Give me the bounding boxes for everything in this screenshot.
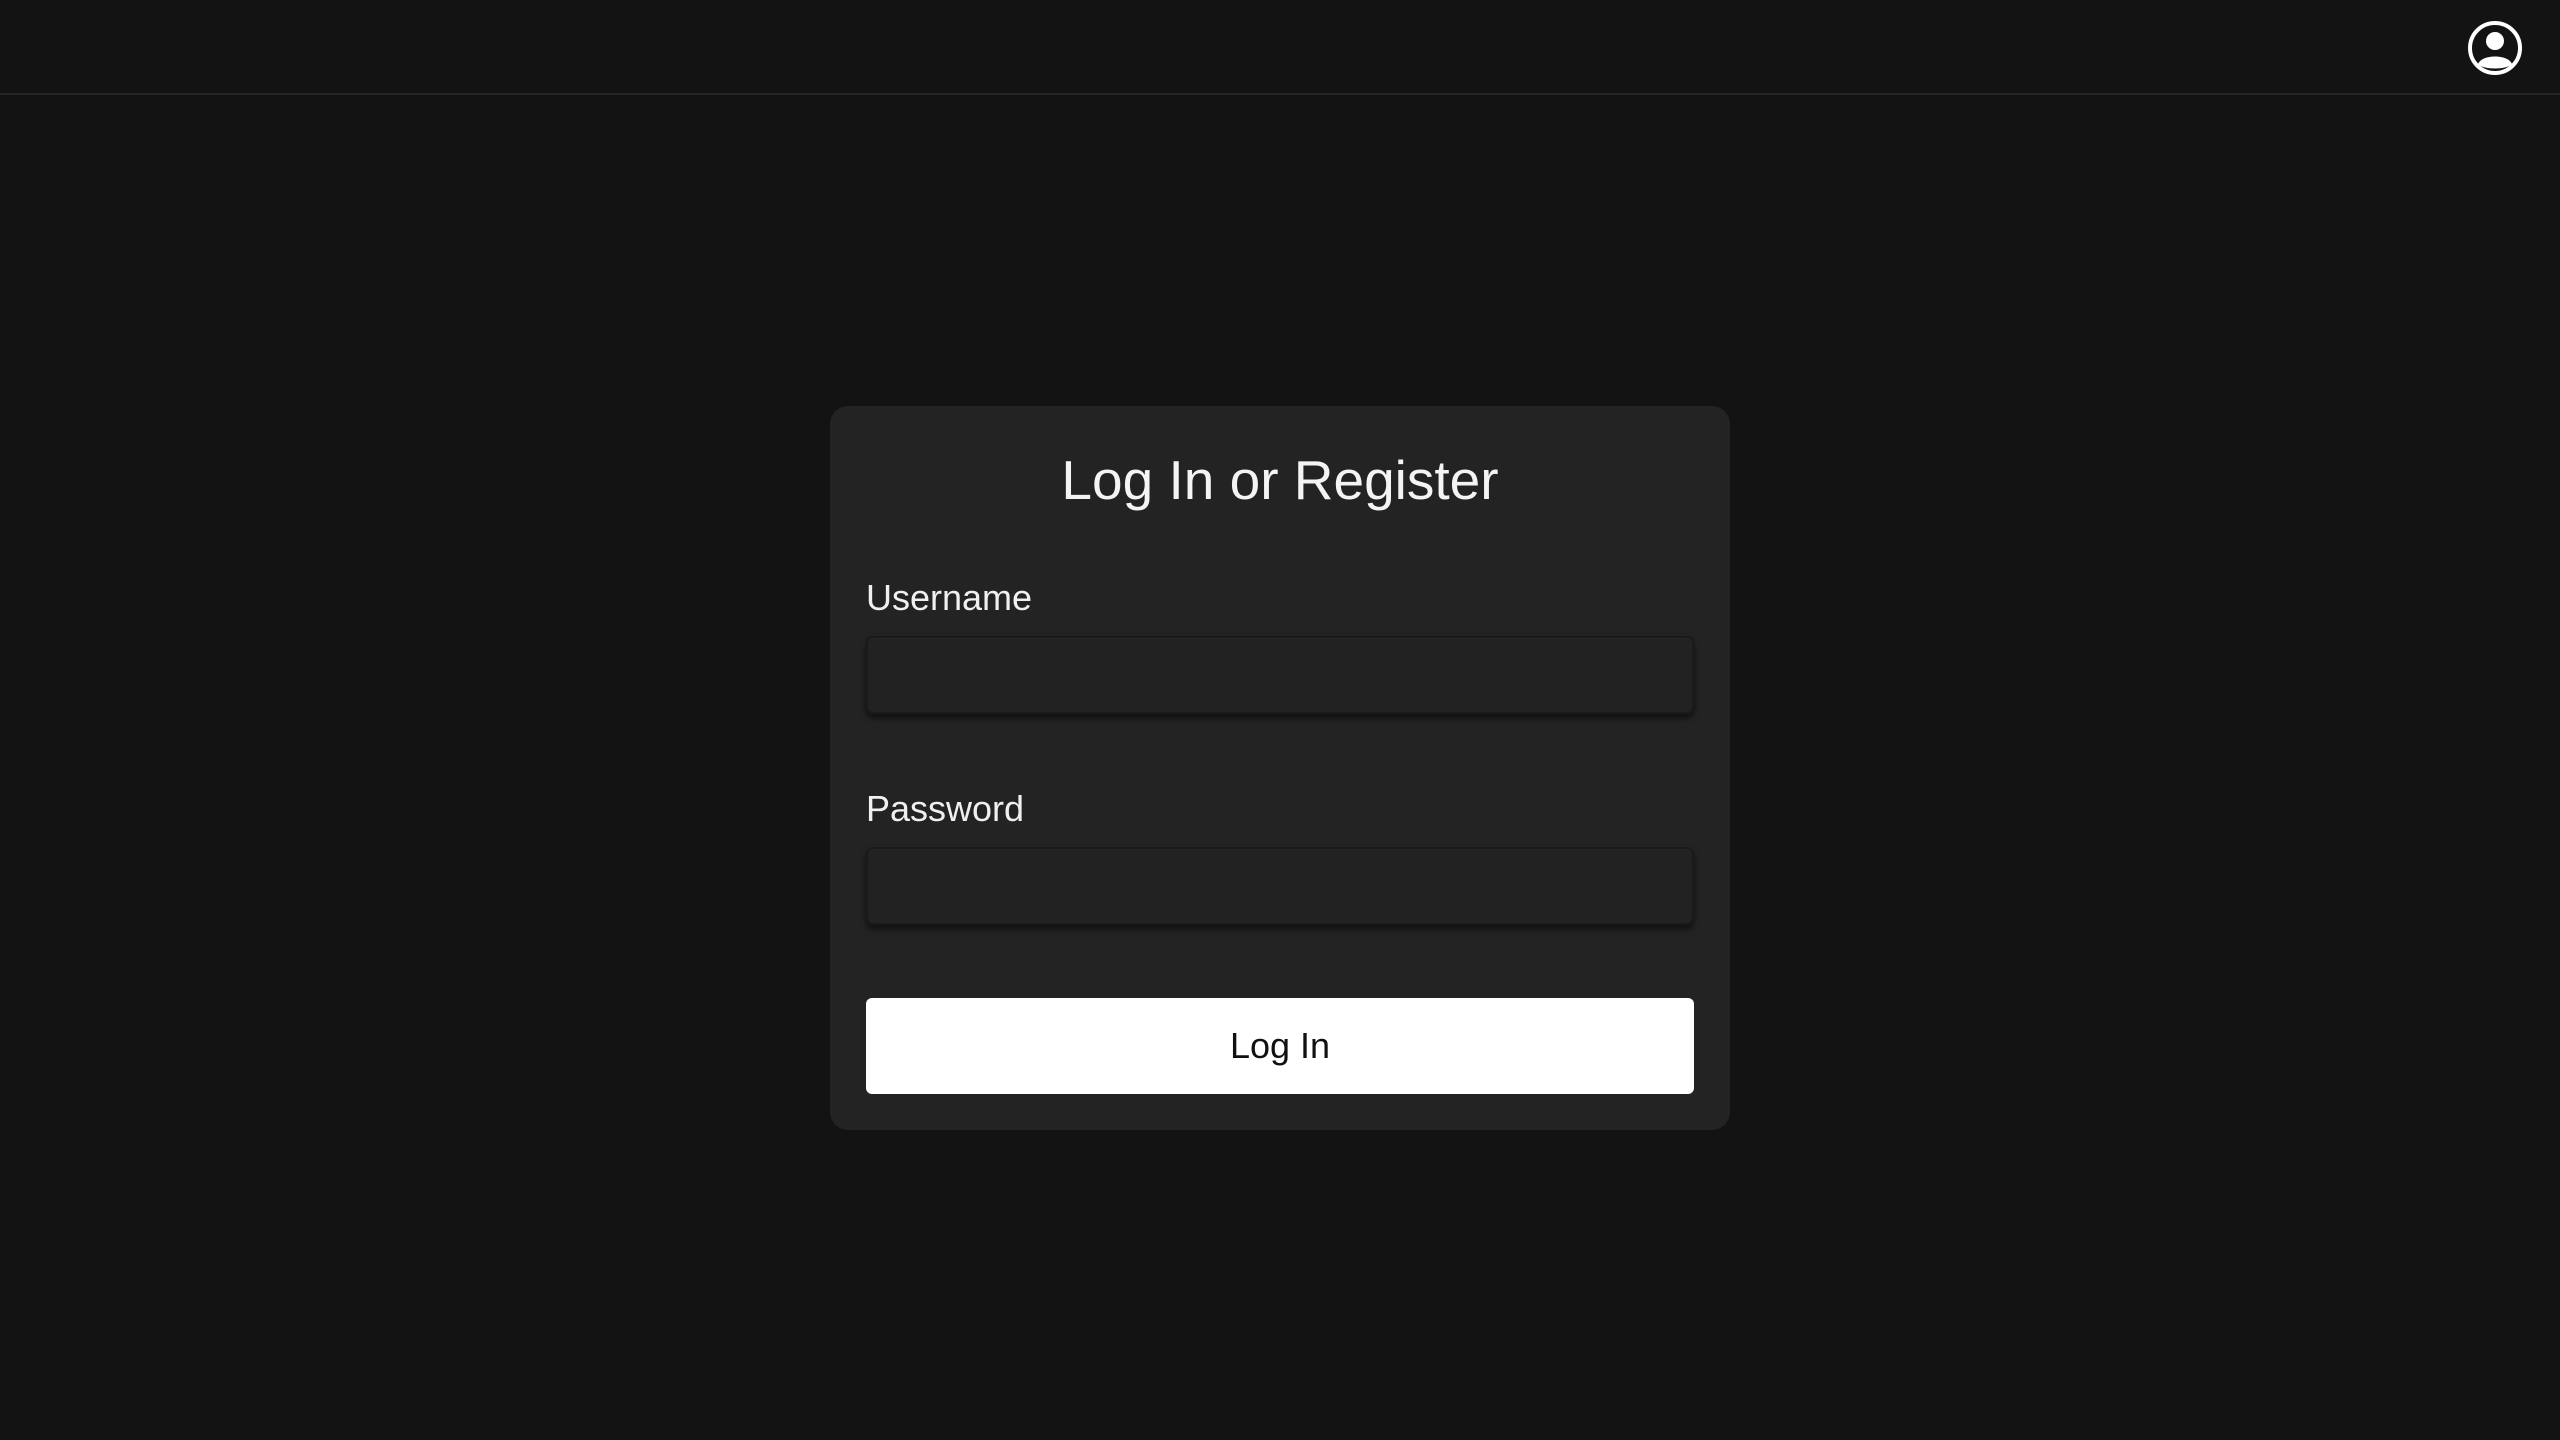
login-button[interactable]: Log In xyxy=(866,998,1694,1094)
password-label: Password xyxy=(866,788,1025,829)
top-bar xyxy=(0,0,2560,95)
password-field[interactable] xyxy=(866,847,1694,925)
username-label: Username xyxy=(866,577,1033,618)
login-card: Log In or Register Username Password Log… xyxy=(830,406,1730,1130)
username-field[interactable] xyxy=(866,636,1694,714)
page-title: Log In or Register xyxy=(1061,449,1499,511)
account-circle-icon[interactable] xyxy=(2467,20,2523,76)
